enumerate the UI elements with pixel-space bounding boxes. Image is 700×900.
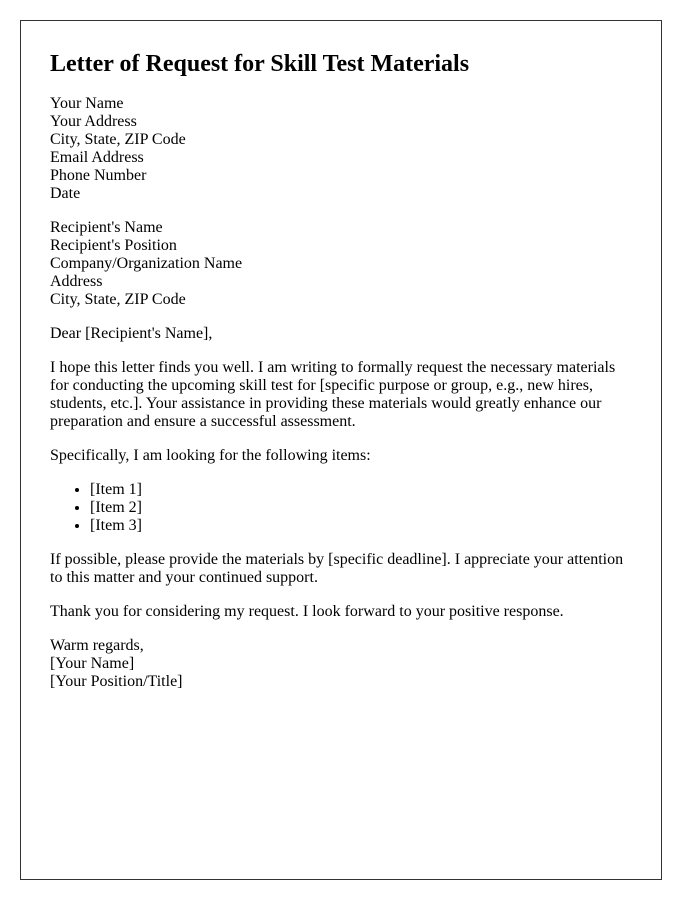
closing-name: [Your Name] <box>50 655 135 672</box>
closing-title: [Your Position/Title] <box>50 673 183 690</box>
recipient-city: City, State, ZIP Code <box>50 291 186 308</box>
list-item: [Item 3] <box>90 517 632 535</box>
recipient-position: Recipient's Position <box>50 237 177 254</box>
sender-date: Date <box>50 185 81 202</box>
intro-paragraph: I hope this letter finds you well. I am … <box>50 359 616 430</box>
salutation: Dear [Recipient's Name], <box>50 325 213 342</box>
list-item: [Item 1] <box>90 481 632 499</box>
items-lead-paragraph: Specifically, I am looking for the follo… <box>50 447 371 464</box>
recipient-company: Company/Organization Name <box>50 255 243 272</box>
closing-phrase: Warm regards, <box>50 637 144 654</box>
thanks-paragraph: Thank you for considering my request. I … <box>50 603 564 620</box>
sender-city: City, State, ZIP Code <box>50 131 186 148</box>
sender-address: Your Address <box>50 113 137 130</box>
recipient-block: Recipient's Name Recipient's Position Co… <box>50 219 632 309</box>
letter-title: Letter of Request for Skill Test Materia… <box>50 51 470 77</box>
sender-block: Your Name Your Address City, State, ZIP … <box>50 95 632 203</box>
list-item: [Item 2] <box>90 499 632 517</box>
closing-block: Warm regards, [Your Name] [Your Position… <box>50 637 632 691</box>
sender-name: Your Name <box>50 95 124 112</box>
items-list: [Item 1] [Item 2] [Item 3] <box>50 481 632 535</box>
sender-phone: Phone Number <box>50 167 147 184</box>
letter-page: Letter of Request for Skill Test Materia… <box>20 20 662 880</box>
deadline-paragraph: If possible, please provide the material… <box>50 551 624 586</box>
recipient-address: Address <box>50 273 103 290</box>
sender-email: Email Address <box>50 149 144 166</box>
recipient-name: Recipient's Name <box>50 219 163 236</box>
